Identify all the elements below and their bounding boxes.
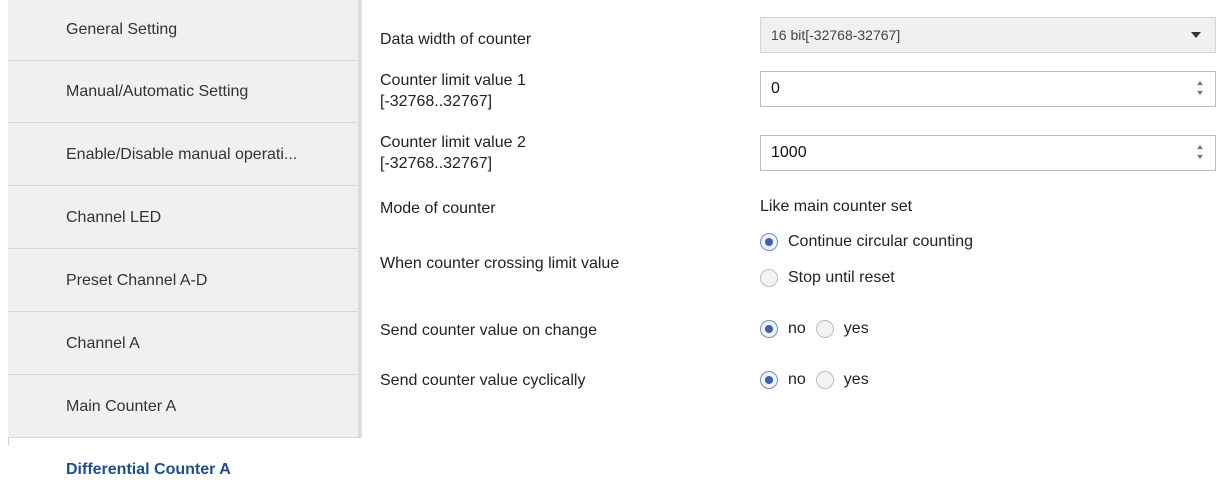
limit2-input[interactable]: 1000	[760, 135, 1216, 171]
spin-down-icon[interactable]	[1197, 155, 1203, 159]
radio-checked-icon[interactable]	[760, 233, 778, 251]
data-width-label: Data width of counter	[380, 31, 532, 48]
sidebar: General Setting Manual/Automatic Setting…	[0, 0, 362, 495]
send-change-option-no[interactable]: no	[788, 320, 806, 338]
sidebar-item-channel-a[interactable]: Channel A	[8, 314, 358, 375]
spin-up-icon[interactable]	[1197, 145, 1203, 149]
spin-down-icon[interactable]	[1197, 91, 1203, 95]
send-change-label: Send counter value on change	[380, 322, 598, 339]
crossing-option-stop[interactable]: Stop until reset	[760, 269, 895, 287]
limit1-label: Counter limit value 1 [-32768..32767]	[380, 70, 526, 112]
limit2-label-line2: [-32768..32767]	[380, 155, 493, 172]
radio-unchecked-icon[interactable]	[760, 269, 778, 287]
sidebar-item-preset-channel[interactable]: Preset Channel A-D	[8, 251, 358, 312]
crossing-option-continue[interactable]: Continue circular counting	[760, 233, 973, 251]
crossing-label: When counter crossing limit value	[380, 255, 620, 272]
send-change-options: no yes	[760, 320, 869, 338]
sidebar-item-label: Main Counter A	[66, 398, 177, 415]
sidebar-item-channel-led[interactable]: Channel LED	[8, 188, 358, 249]
crossing-option-label: Stop until reset	[788, 269, 895, 286]
settings-panel: Data width of counter 16 bit[-32768-3276…	[380, 0, 1232, 481]
send-cyclic-options: no yes	[760, 371, 869, 389]
sidebar-item-label: Enable/Disable manual operati...	[66, 146, 298, 163]
crossing-option-label: Continue circular counting	[788, 233, 973, 250]
radio-unchecked-icon[interactable]	[815, 320, 834, 338]
radio-checked-icon[interactable]	[760, 320, 778, 338]
send-cyclic-option-no[interactable]: no	[788, 371, 806, 389]
limit1-label-line2: [-32768..32767]	[380, 93, 493, 110]
mode-value: Like main counter set	[760, 198, 913, 215]
sidebar-item-label: Differential Counter A	[66, 461, 231, 478]
limit2-label: Counter limit value 2 [-32768..32767]	[380, 132, 526, 174]
limit1-input[interactable]: 0	[760, 71, 1216, 107]
sidebar-item-label: Channel A	[66, 335, 140, 352]
sidebar-item-label: Preset Channel A-D	[66, 272, 208, 289]
radio-checked-icon[interactable]	[760, 371, 778, 389]
sidebar-item-enable-disable-manual[interactable]: Enable/Disable manual operati...	[8, 125, 358, 186]
mode-label: Mode of counter	[380, 200, 496, 217]
sidebar-item-label: Manual/Automatic Setting	[66, 83, 249, 100]
sidebar-item-label: General Setting	[66, 21, 178, 38]
limit2-label-line1: Counter limit value 2	[380, 134, 526, 151]
limit1-value: 0	[771, 80, 780, 97]
data-width-value: 16 bit[-32768-32767]	[771, 27, 901, 43]
send-cyclic-label: Send counter value cyclically	[380, 372, 586, 389]
sidebar-item-label: Channel LED	[66, 209, 162, 226]
radio-unchecked-icon[interactable]	[815, 371, 834, 389]
sidebar-item-manual-automatic-setting[interactable]: Manual/Automatic Setting	[8, 62, 358, 123]
send-change-option-yes[interactable]: yes	[844, 320, 869, 338]
sidebar-item-differential-counter-a[interactable]: Differential Counter A	[8, 445, 358, 495]
limit1-label-line1: Counter limit value 1	[380, 72, 526, 89]
sidebar-item-main-counter-a[interactable]: Main Counter A	[8, 377, 358, 438]
dropdown-arrow-icon	[1191, 32, 1201, 38]
send-cyclic-option-yes[interactable]: yes	[844, 371, 869, 389]
sidebar-item-general-setting[interactable]: General Setting	[8, 0, 358, 61]
data-width-select[interactable]: 16 bit[-32768-32767]	[760, 17, 1216, 53]
limit2-value: 1000	[771, 144, 807, 161]
spin-up-icon[interactable]	[1197, 81, 1203, 85]
